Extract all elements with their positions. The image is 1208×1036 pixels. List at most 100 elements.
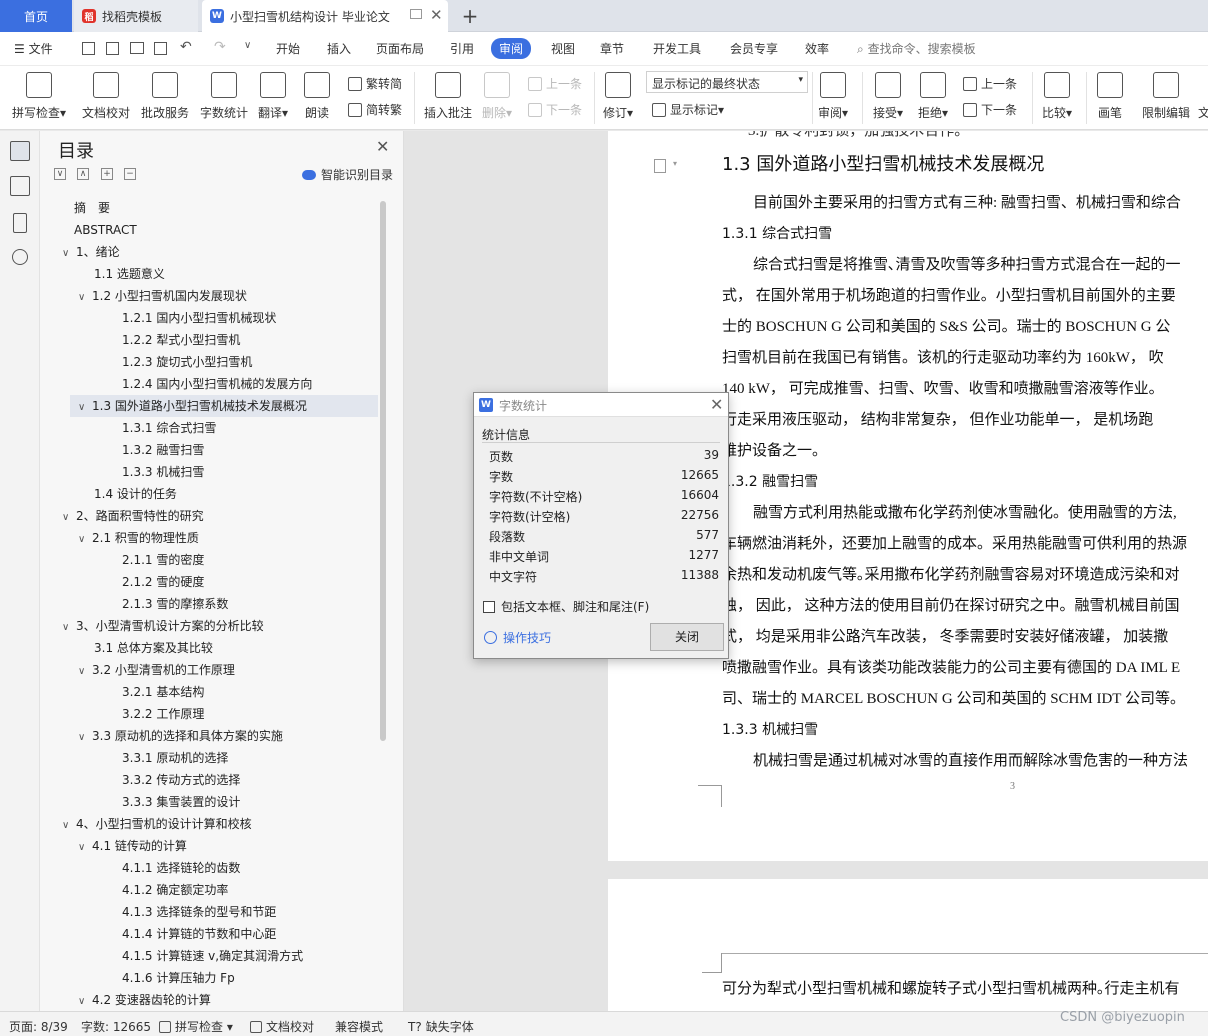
translate-button[interactable]: 翻译▾ [258,70,288,121]
pen-button[interactable]: 画笔 [1097,70,1123,121]
toc-item[interactable]: ∨ 1、绪论 [62,241,120,263]
chevron-down-icon[interactable]: ∨ [78,287,92,309]
close-icon[interactable]: ✕ [710,395,723,414]
chevron-down-icon[interactable]: ∨ [78,837,92,859]
doc-proof-status[interactable]: 文档校对 [250,1018,314,1035]
toc-item[interactable]: 4.1.3 选择链条的型号和节距 [122,901,276,923]
dialog-titlebar[interactable]: W 字数统计 ✕ [474,393,728,417]
menu-efficiency[interactable]: 效率 [805,40,829,57]
tab-home[interactable]: 首页 [0,0,72,32]
smart-toc-button[interactable]: 智能识别目录 [302,166,393,183]
restrict-edit-button[interactable]: 限制编辑 [1142,70,1190,121]
toc-item[interactable]: ∨ 3、小型清雪机设计方案的分析比较 [62,615,264,637]
toc-item[interactable]: 1.2.4 国内小型扫雪机械的发展方向 [122,373,312,395]
print-icon[interactable] [130,42,144,54]
toc-item[interactable]: 1.2.2 犁式小型扫雪机 [122,329,240,351]
include-textbox-footnotes-checkbox[interactable]: 包括文本框、脚注和尾注(F) [483,598,649,615]
quick-access-chevron-down-icon[interactable]: ∨ [244,40,251,51]
toc-item[interactable]: 3.3.2 传动方式的选择 [122,769,240,791]
page-indicator[interactable]: 页面: 8/39 [9,1018,68,1035]
review-pane-button[interactable]: 审阅▾ [818,70,848,121]
chevron-down-icon[interactable]: ∨ [78,529,92,551]
toc-item[interactable]: 3.2.2 工作原理 [122,703,204,725]
new-tab-icon[interactable]: + [458,4,482,28]
menu-member[interactable]: 会员专享 [730,40,778,57]
tab-template[interactable]: 稻 找稻壳模板 [74,0,198,32]
toc-item[interactable]: 1.1 选题意义 [94,263,165,285]
toc-item[interactable]: 1.3.3 机械扫雪 [122,461,204,483]
collapse-all-icon[interactable]: ∨ [54,168,66,180]
toc-item[interactable]: ∨ 4.2 变速器齿轮的计算 [78,989,211,1009]
menu-view[interactable]: 视图 [551,40,575,57]
toc-item[interactable]: 1.2.3 旋切式小型扫雪机 [122,351,252,373]
word-count-indicator[interactable]: 字数: 12665 [81,1018,151,1035]
simp-to-trad-button[interactable]: 简转繁 [348,101,402,118]
toc-item[interactable]: ∨ 1.2 小型扫雪机国内发展现状 [78,285,247,307]
toc-item[interactable]: 摘 要 [74,197,110,219]
print-preview-icon[interactable] [154,42,167,55]
prev-comment-button[interactable]: 上一条 [528,75,582,92]
toc-item[interactable]: 1.3.1 综合式扫雪 [122,417,216,439]
toc-item[interactable]: 3.2.1 基本结构 [122,681,204,703]
reject-button[interactable]: 拒绝▾ [918,70,948,121]
toc-item[interactable]: 2.1.3 雪的摩擦系数 [122,593,228,615]
close-icon[interactable]: ✕ [376,137,389,156]
toc-item[interactable]: ∨ 1.3 国外道路小型扫雪机械技术发展概况 [70,395,378,417]
toc-item[interactable]: 4.1.2 确定额定功率 [122,879,228,901]
toc-item[interactable]: 3.1 总体方案及其比较 [94,637,213,659]
command-search[interactable]: ⌕ 查找命令、搜索模板 [857,40,976,57]
compare-button[interactable]: 比较▾ [1042,70,1072,121]
chevron-down-icon[interactable]: ∨ [78,661,92,683]
export-pdf-icon[interactable] [106,42,119,55]
tips-link[interactable]: 操作技巧 [484,629,551,646]
tab-document[interactable]: W 小型扫雪机结构设计 毕业论文 ✕ [202,0,448,32]
toc-item[interactable]: 2.1.2 雪的硬度 [122,571,204,593]
add-heading-icon[interactable]: + [101,168,113,180]
menu-references[interactable]: 引用 [450,40,474,57]
toc-item[interactable]: 1.2.1 国内小型扫雪机械现状 [122,307,276,329]
chevron-down-icon[interactable]: ∨ [62,617,76,639]
show-markup-button[interactable]: 显示标记 ▾ [652,101,724,118]
prev-change-button[interactable]: 上一条 [963,75,1017,92]
toc-item[interactable]: ∨ 2、路面积雪特性的研究 [62,505,204,527]
remove-heading-icon[interactable]: − [124,168,136,180]
menu-page-layout[interactable]: 页面布局 [376,40,424,57]
spell-check-button[interactable]: 拼写检查▾ [12,70,66,121]
section-nav-icon[interactable] [10,176,30,196]
save-icon[interactable] [82,42,95,55]
find-icon[interactable] [12,249,28,265]
chevron-down-icon[interactable]: ∨ [78,991,92,1009]
menu-chapter[interactable]: 章节 [600,40,624,57]
bookmark-icon[interactable] [13,213,27,233]
accept-button[interactable]: 接受▾ [873,70,903,121]
toc-item[interactable]: ∨ 4、小型扫雪机的设计计算和校核 [62,813,252,835]
word-count-button[interactable]: 字数统计 [200,70,248,121]
toc-item[interactable]: 4.1.6 计算压轴力 Fp [122,967,235,989]
paragraph-marker-icon[interactable] [654,159,666,173]
toc-item[interactable]: 4.1.5 计算链速 v,确定其润滑方式 [122,945,303,967]
next-change-button[interactable]: 下一条 [963,101,1017,118]
document-page[interactable]: 可分为犁式小型扫雪机械和螺旋转子式小型扫雪机械两种｡行走主机有 [608,879,1208,1011]
toc-item[interactable]: ∨ 4.1 链传动的计算 [78,835,187,857]
toc-panel-icon[interactable] [10,141,30,161]
missing-font-status[interactable]: T? 缺失字体 [408,1018,474,1035]
expand-up-icon[interactable]: ∧ [77,168,89,180]
chevron-down-icon[interactable]: ▾ [673,159,677,168]
chevron-down-icon[interactable]: ∨ [62,243,76,265]
doc-check-button[interactable]: 文档校对 [82,70,130,121]
toc-item[interactable]: ∨ 2.1 积雪的物理性质 [78,527,199,549]
menu-developer[interactable]: 开发工具 [653,40,701,57]
close-tab-icon[interactable]: ✕ [430,6,443,24]
chevron-down-icon[interactable]: ∨ [78,397,92,419]
toc-item[interactable]: ∨ 3.2 小型清雪机的工作原理 [78,659,235,681]
toc-item[interactable]: 3.3.1 原动机的选择 [122,747,228,769]
spell-check-status[interactable]: 拼写检查 ▾ [159,1018,233,1035]
toc-item[interactable]: 4.1.1 选择链轮的齿数 [122,857,240,879]
toc-item[interactable]: ∨ 3.3 原动机的选择和具体方案的实施 [78,725,283,747]
menu-insert[interactable]: 插入 [327,40,351,57]
window-restore-icon[interactable] [410,9,422,19]
toc-item[interactable]: 1.3.2 融雪扫雪 [122,439,204,461]
next-comment-button[interactable]: 下一条 [528,101,582,118]
redo-icon[interactable]: ↷ [214,39,226,55]
read-aloud-button[interactable]: 朗读 [304,70,330,121]
